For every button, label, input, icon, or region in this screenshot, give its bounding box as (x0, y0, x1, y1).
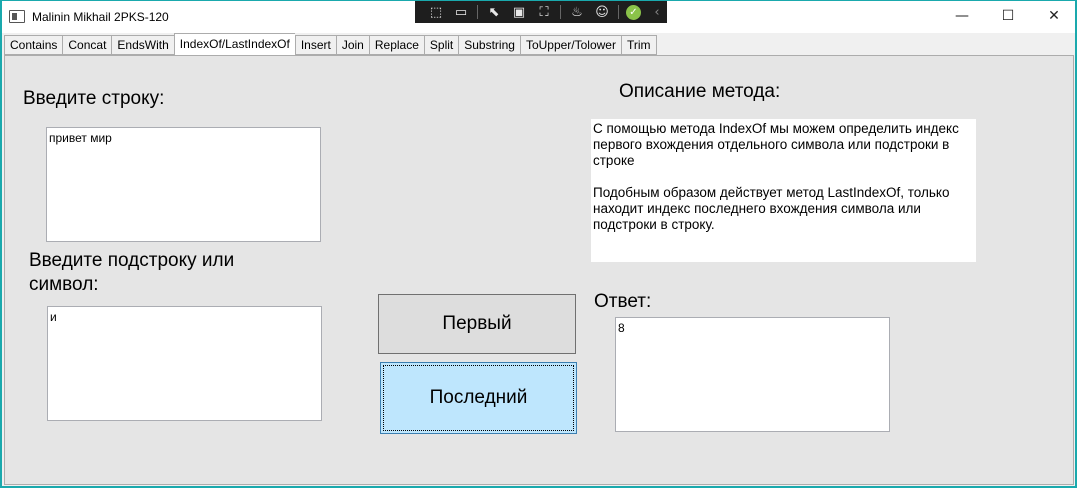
last-index-button[interactable]: Последний (380, 362, 577, 434)
maximize-button[interactable]: ☐ (985, 1, 1031, 31)
check-icon[interactable]: ✓ (626, 4, 641, 20)
tab-concat[interactable]: Concat (62, 35, 112, 55)
description-label: Описание метода: (619, 81, 781, 102)
tab-content-panel: Введите строку: привет мир Введите подст… (4, 55, 1074, 485)
window-title: Malinin Mikhail 2PKS-120 (32, 10, 169, 24)
toolbar-separator (477, 5, 478, 19)
tab-trim[interactable]: Trim (620, 35, 657, 55)
answer-label: Ответ: (594, 291, 652, 312)
hot-reload-icon[interactable]: ♨ (568, 3, 586, 21)
tab-contains[interactable]: Contains (4, 35, 63, 55)
video-icon[interactable]: ▭ (452, 3, 470, 21)
title-bar: Malinin Mikhail 2PKS-120 ⬚ ▭ ⬉ ▣ ⛶ ♨ ☺ ✓… (2, 1, 1075, 33)
tab-toupper-tolower[interactable]: ToUpper/Tolower (519, 35, 621, 55)
tab-insert[interactable]: Insert (294, 35, 336, 55)
string-input[interactable]: привет мир (46, 127, 321, 242)
minimize-button[interactable]: — (939, 1, 985, 31)
toolbar-separator (618, 5, 619, 19)
track-focus-icon[interactable]: ⛶ (535, 3, 553, 21)
description-paragraph-1: С помощью метода IndexOf мы можем опреде… (593, 121, 959, 168)
tab-indexof-lastindexof[interactable]: IndexOf/LastIndexOf (173, 33, 295, 55)
substring-input[interactable]: и (47, 306, 322, 421)
tab-endswith[interactable]: EndsWith (111, 35, 174, 55)
close-button[interactable]: ✕ (1031, 1, 1077, 31)
tab-strip: Contains Concat EndsWith IndexOf/LastInd… (4, 33, 657, 55)
collapse-icon[interactable]: ‹ (648, 3, 666, 21)
description-paragraph-2: Подобным образом действует метод LastInd… (593, 185, 950, 232)
pointer-icon[interactable]: ⬉ (485, 3, 503, 21)
tab-split[interactable]: Split (423, 35, 459, 55)
accessibility-icon[interactable]: ☺ (593, 3, 611, 21)
last-index-button-label: Последний (429, 387, 528, 408)
xaml-debug-toolbar: ⬚ ▭ ⬉ ▣ ⛶ ♨ ☺ ✓ ‹ (415, 1, 667, 23)
answer-output[interactable]: 8 (615, 317, 890, 432)
tab-replace[interactable]: Replace (368, 35, 424, 55)
tab-substring[interactable]: Substring (458, 35, 520, 55)
substring-label-line2: символ: (29, 274, 99, 295)
toolbar-separator (560, 5, 561, 19)
substring-label: Введите подстроку или символ: (29, 249, 234, 297)
main-window: Malinin Mikhail 2PKS-120 ⬚ ▭ ⬉ ▣ ⛶ ♨ ☺ ✓… (1, 0, 1076, 487)
frame-icon[interactable]: ▣ (510, 3, 528, 21)
app-window-icon (9, 10, 25, 23)
first-index-button[interactable]: Первый (378, 294, 576, 354)
string-label: Введите строку: (23, 88, 165, 109)
method-description: С помощью метода IndexOf мы можем опреде… (591, 119, 976, 262)
tab-join[interactable]: Join (335, 35, 369, 55)
select-element-icon[interactable]: ⬚ (427, 3, 445, 21)
substring-label-line1: Введите подстроку или (29, 250, 235, 271)
